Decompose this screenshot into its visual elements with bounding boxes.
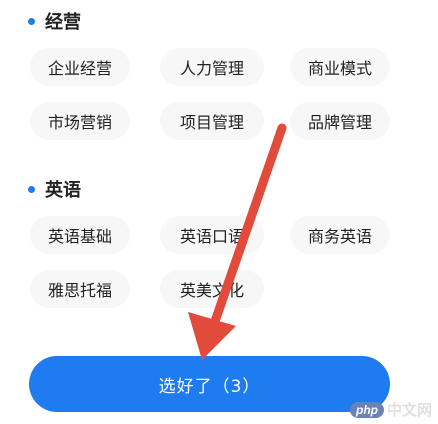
tag-option[interactable]: 品牌管理 bbox=[290, 102, 390, 140]
watermark-text: 中文网 bbox=[386, 402, 432, 419]
tag-option[interactable]: 项目管理 bbox=[160, 102, 264, 140]
tag-option[interactable]: 市场营销 bbox=[30, 102, 130, 140]
watermark: php 中文网 bbox=[349, 399, 432, 420]
tag-option[interactable]: 商业模式 bbox=[290, 48, 390, 86]
tag-option[interactable]: 商务英语 bbox=[290, 216, 390, 254]
confirm-selection-button[interactable]: 选好了（3） bbox=[29, 356, 390, 412]
section-title: 英语 bbox=[45, 180, 81, 201]
tag-option[interactable]: 英语口语 bbox=[160, 216, 264, 254]
section-title: 经营 bbox=[45, 12, 81, 33]
tag-option[interactable]: 企业经营 bbox=[30, 48, 130, 86]
section-header-english: 英语 bbox=[28, 176, 81, 202]
tag-option[interactable]: 人力管理 bbox=[160, 48, 264, 86]
bullet-dot-icon bbox=[28, 185, 35, 193]
tag-option[interactable]: 雅思托福 bbox=[30, 270, 130, 308]
bullet-dot-icon bbox=[28, 17, 35, 25]
tag-option[interactable]: 英语基础 bbox=[30, 216, 130, 254]
tag-option[interactable]: 英美文化 bbox=[160, 270, 264, 308]
section-header-business: 经营 bbox=[28, 8, 81, 34]
watermark-logo: php bbox=[349, 401, 384, 418]
